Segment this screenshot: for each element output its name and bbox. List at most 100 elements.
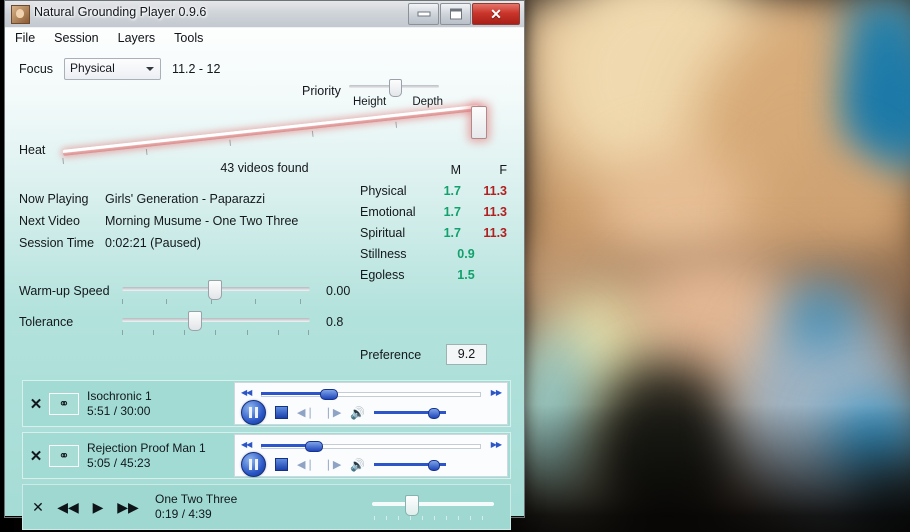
maximize-button[interactable] <box>440 3 471 25</box>
layer-meta: Isochronic 1 5:51 / 30:00 <box>87 389 234 419</box>
layer-media-controls: ◀◀ ▶▶ ◀❘ ❘▶ 🔊 <box>234 382 508 425</box>
info-key: Now Playing <box>19 192 105 206</box>
stats-header-row: M F <box>360 159 507 180</box>
speaker-icon[interactable]: 🔊 <box>350 406 365 420</box>
menu-item-tools[interactable]: Tools <box>174 31 203 51</box>
layer-link-icon[interactable]: ⚭ <box>49 393 79 415</box>
layer-volume-slider[interactable] <box>374 408 446 417</box>
stats-col-f: F <box>461 163 507 177</box>
stats-row-egoless: Egoless 1.5 <box>360 264 507 285</box>
preference-label: Preference <box>360 348 446 362</box>
window-buttons: ✕ <box>408 3 520 25</box>
player-seek-track <box>372 502 494 506</box>
focus-select[interactable]: Physical <box>64 58 161 80</box>
layer-title: Rejection Proof Man 1 <box>87 441 234 456</box>
layer-time: 5:51 / 30:00 <box>87 404 234 419</box>
priority-endpoint-labels: Height Depth <box>353 96 443 108</box>
tolerance-value: 0.8 <box>326 315 343 329</box>
layer-seek-fill <box>261 444 309 447</box>
chevron-down-icon <box>146 67 154 71</box>
stats-row-spiritual: Spiritual 1.7 11.3 <box>360 222 507 243</box>
close-button[interactable]: ✕ <box>472 3 520 25</box>
pause-button[interactable] <box>241 400 266 425</box>
stats-value-m: 1.7 <box>425 205 461 219</box>
heat-slider-thumb[interactable] <box>471 106 487 139</box>
player-seek-ticks <box>372 516 494 521</box>
layer-seek-slider[interactable] <box>261 441 481 450</box>
info-row-now-playing: Now Playing Girls' Generation - Paparazz… <box>19 188 298 210</box>
stats-row-label: Emotional <box>360 205 425 219</box>
focus-label: Focus <box>19 62 53 76</box>
tolerance-control: Tolerance 0.8 <box>19 309 343 335</box>
stats-value-wide: 1.5 <box>425 268 507 282</box>
layer-volume-thumb[interactable] <box>428 408 440 419</box>
layer-volume-thumb[interactable] <box>428 460 440 471</box>
seek-rewind-icon[interactable]: ◀◀ <box>241 388 251 397</box>
tolerance-thumb[interactable] <box>188 311 202 331</box>
stats-row-physical: Physical 1.7 11.3 <box>360 180 507 201</box>
stats-value-f: 11.3 <box>461 226 507 240</box>
minimize-button[interactable] <box>408 3 439 25</box>
layer-seek-thumb[interactable] <box>320 389 338 400</box>
stop-button[interactable] <box>275 458 288 471</box>
tolerance-slider[interactable] <box>122 309 310 335</box>
heat-label: Heat <box>19 143 45 157</box>
window-title: Natural Grounding Player 0.9.6 <box>34 5 206 19</box>
layer-media-controls: ◀◀ ▶▶ ◀❘ ❘▶ 🔊 <box>234 434 508 477</box>
speaker-icon[interactable]: 🔊 <box>350 458 365 472</box>
player-rewind-icon[interactable]: ◀◀ <box>53 499 83 516</box>
player-close-icon[interactable]: ✕ <box>23 499 53 516</box>
player-title: One Two Three <box>155 492 372 507</box>
stats-table: M F Physical 1.7 11.3 Emotional 1.7 11.3… <box>360 159 507 285</box>
player-seek-slider[interactable] <box>372 494 494 520</box>
stats-value-f: 11.3 <box>461 205 507 219</box>
seek-forward-icon[interactable]: ▶▶ <box>491 440 501 449</box>
player-meta: One Two Three 0:19 / 4:39 <box>155 492 372 522</box>
title-bar[interactable]: Natural Grounding Player 0.9.6 ✕ <box>5 1 524 28</box>
focus-row: Focus Physical 11.2 - 12 <box>19 58 220 80</box>
info-value: Morning Musume - One Two Three <box>105 214 298 228</box>
preference-input[interactable]: 9.2 <box>446 344 487 365</box>
warmup-speed-control: Warm-up Speed 0.00 <box>19 278 350 304</box>
player-seek-thumb[interactable] <box>405 495 419 516</box>
seek-rewind-icon[interactable]: ◀◀ <box>241 440 251 449</box>
seek-forward-icon[interactable]: ▶▶ <box>491 388 501 397</box>
layer-volume-slider[interactable] <box>374 460 446 469</box>
priority-label: Priority <box>302 84 341 98</box>
layer-seek-thumb[interactable] <box>305 441 323 452</box>
previous-track-icon[interactable]: ◀❘ <box>297 458 315 471</box>
layer-link-icon[interactable]: ⚭ <box>49 445 79 467</box>
stop-button[interactable] <box>275 406 288 419</box>
stats-col-m: M <box>425 163 461 177</box>
priority-right-label: Depth <box>412 96 443 108</box>
tolerance-ticks <box>122 330 310 336</box>
focus-selected-value: Physical <box>70 61 115 75</box>
menu-item-session[interactable]: Session <box>54 31 98 51</box>
menu-item-file[interactable]: File <box>15 31 35 51</box>
player-time: 0:19 / 4:39 <box>155 507 372 522</box>
layer-close-icon[interactable]: ✕ <box>23 447 49 465</box>
layer-row: ✕ ⚭ Rejection Proof Man 1 5:05 / 45:23 ◀… <box>22 432 511 479</box>
stats-value-m: 1.7 <box>425 184 461 198</box>
previous-track-icon[interactable]: ◀❘ <box>297 406 315 419</box>
layer-title: Isochronic 1 <box>87 389 234 404</box>
layer-close-icon[interactable]: ✕ <box>23 395 49 413</box>
pause-button[interactable] <box>241 452 266 477</box>
menu-item-layers[interactable]: Layers <box>118 31 156 51</box>
layer-time: 5:05 / 45:23 <box>87 456 234 471</box>
info-row-session-time: Session Time 0:02:21 (Paused) <box>19 232 298 254</box>
priority-slider-thumb[interactable] <box>389 79 402 97</box>
warmup-speed-thumb[interactable] <box>208 280 222 300</box>
next-track-icon[interactable]: ❘▶ <box>324 458 342 471</box>
layer-seek-slider[interactable] <box>261 389 481 398</box>
stats-row-label: Spiritual <box>360 226 425 240</box>
player-play-icon[interactable]: ▶ <box>83 499 113 516</box>
stats-row-stillness: Stillness 0.9 <box>360 243 507 264</box>
warmup-speed-slider[interactable] <box>122 278 310 304</box>
info-value: Girls' Generation - Paparazzi <box>105 192 265 206</box>
stats-value-f: 11.3 <box>461 184 507 198</box>
warmup-speed-label: Warm-up Speed <box>19 284 122 298</box>
next-track-icon[interactable]: ❘▶ <box>324 406 342 419</box>
player-forward-icon[interactable]: ▶▶ <box>113 499 143 516</box>
tolerance-label: Tolerance <box>19 315 122 329</box>
